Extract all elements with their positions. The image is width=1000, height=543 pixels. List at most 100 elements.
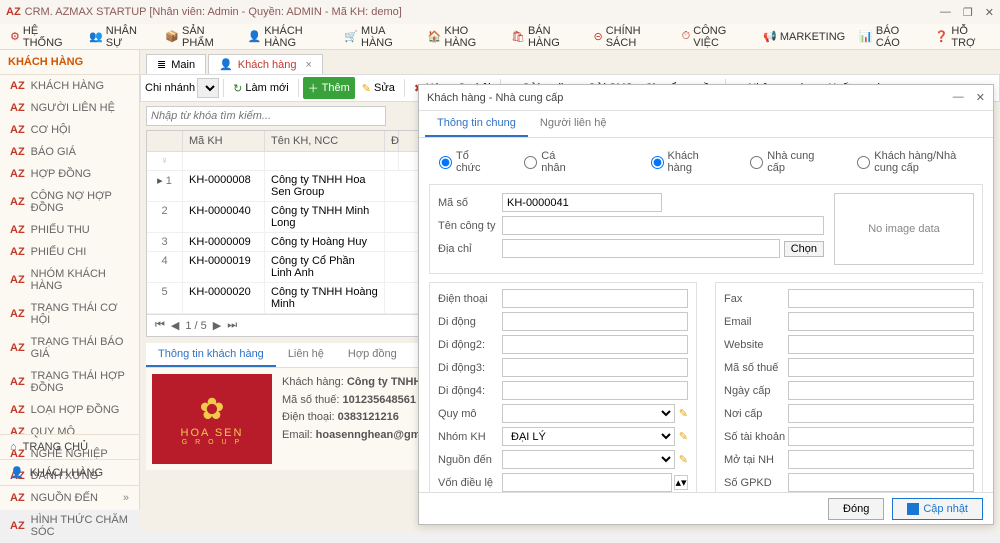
az-icon: AZ — [10, 124, 25, 136]
input-di-dong[interactable] — [502, 312, 688, 331]
mtab-nguoi-lien-he[interactable]: Người liên hệ — [528, 111, 619, 137]
home-icon: ⌂ — [10, 441, 17, 453]
sidebar-item[interactable]: AZLOẠI HỢP ĐỒNG — [0, 399, 139, 421]
edit-quy-mo-icon[interactable]: ✎ — [679, 407, 688, 420]
select-nhom-kh[interactable]: ĐẠI LÝ — [502, 427, 675, 446]
dtab-info[interactable]: Thông tin khách hàng — [146, 343, 276, 367]
menu-san-pham[interactable]: 📦SẢN PHẨM — [159, 22, 239, 52]
radio-ca-nhan[interactable]: Cá nhân — [524, 150, 570, 174]
radio-ncc[interactable]: Nhà cung cấp — [750, 150, 817, 174]
menu-kho-hang[interactable]: 🏠KHO HÀNG — [422, 22, 503, 52]
input-mst[interactable] — [788, 358, 974, 377]
sidebar-item[interactable]: AZTRẠNG THÁI BÁO GIÁ — [0, 331, 139, 365]
input-noi-cap[interactable] — [788, 404, 974, 423]
pager-first[interactable]: ⏮ — [155, 319, 165, 332]
sidebar-item[interactable]: AZHÌNH THỨC CHĂM SÓC — [0, 509, 139, 543]
modal-footer: Đóng Cập nhật — [419, 492, 993, 524]
input-di-dong-2[interactable] — [502, 335, 688, 354]
lbl-ten-cong-ty: Tên công ty — [438, 220, 502, 232]
sidebar-item[interactable]: AZNGƯỜI LIÊN HỆ — [0, 97, 139, 119]
tab-khach-hang[interactable]: 👤Khách hàng× — [208, 54, 323, 74]
radio-row: Tổ chức Cá nhân Khách hàng Nhà cung cấp … — [429, 146, 983, 184]
pager-next[interactable]: ▶ — [213, 319, 221, 332]
image-placeholder[interactable]: No image data — [834, 193, 974, 265]
menu-ho-tro[interactable]: ❓HỖ TRỢ — [929, 22, 996, 52]
input-email[interactable] — [788, 312, 974, 331]
dtab-hop-dong[interactable]: Hợp đồng — [336, 343, 409, 367]
close-icon[interactable]: ✕ — [985, 6, 994, 19]
input-gpkd[interactable] — [788, 473, 974, 492]
menu-ban-hang[interactable]: 🛍BÁN HÀNG — [505, 22, 585, 52]
sidebar-item[interactable]: AZPHIẾU THU — [0, 219, 139, 241]
refresh-button[interactable]: ↻Làm mới — [228, 79, 294, 98]
input-di-dong-3[interactable] — [502, 358, 688, 377]
col-ten-kh[interactable]: Tên KH, NCC — [265, 131, 385, 151]
radio-to-chuc[interactable]: Tổ chức — [439, 150, 484, 174]
input-di-dong-4[interactable] — [502, 381, 688, 400]
col-extra[interactable]: Đ — [385, 131, 399, 151]
input-ngay-cap[interactable] — [788, 381, 974, 400]
btn-cap-nhat[interactable]: Cập nhật — [892, 498, 983, 520]
btn-dong[interactable]: Đóng — [828, 498, 884, 520]
sidebar-expand[interactable]: » — [0, 485, 139, 510]
customer-modal: Khách hàng - Nhà cung cấp — ✕ Thông tin … — [418, 84, 994, 525]
az-icon: AZ — [10, 168, 25, 180]
btn-chon-dia-chi[interactable]: Chọn — [784, 241, 824, 257]
col-ma-kh[interactable]: Mã KH — [183, 131, 265, 151]
input-stk[interactable] — [788, 427, 974, 446]
pager-prev[interactable]: ◀ — [171, 319, 179, 332]
sidebar-item[interactable]: AZTRẠNG THÁI CƠ HỘI — [0, 297, 139, 331]
sidebar-item[interactable]: AZHỢP ĐỒNG — [0, 163, 139, 185]
pager-pos: 1 / 5 — [185, 320, 206, 332]
tab-close-icon[interactable]: × — [305, 59, 311, 71]
input-von-dieu-le[interactable] — [502, 473, 672, 492]
edit-nhom-kh-icon[interactable]: ✎ — [679, 430, 688, 443]
edit-nguon-den-icon[interactable]: ✎ — [679, 453, 688, 466]
menu-khach-hang[interactable]: 👤KHÁCH HÀNG — [242, 22, 337, 52]
menu-marketing[interactable]: 📢MARKETING — [757, 27, 851, 46]
tab-main[interactable]: ≣Main — [146, 54, 206, 74]
sidebar-item[interactable]: AZKHÁCH HÀNG — [0, 75, 139, 97]
sidebar-home[interactable]: ⌂TRANG CHỦ — [0, 434, 139, 459]
sidebar-khach-hang-footer[interactable]: 👤KHÁCH HÀNG — [0, 459, 139, 485]
branch-select[interactable] — [197, 78, 219, 98]
menu-chinh-sach[interactable]: ⊝CHÍNH SÁCH — [587, 22, 673, 52]
mtab-thong-tin[interactable]: Thông tin chung — [425, 111, 528, 137]
branch-label: Chi nhánh — [145, 82, 195, 94]
input-ma-so[interactable] — [502, 193, 662, 212]
input-website[interactable] — [788, 335, 974, 354]
select-quy-mo[interactable] — [502, 404, 675, 423]
modal-close-icon[interactable]: ✕ — [976, 91, 985, 104]
sidebar-item[interactable]: AZNHÓM KHÁCH HÀNG — [0, 263, 139, 297]
input-fax[interactable] — [788, 289, 974, 308]
search-input[interactable] — [146, 106, 386, 126]
maximize-icon[interactable]: ❐ — [963, 6, 973, 19]
sidebar-item[interactable]: AZCÔNG NỢ HỢP ĐỒNG — [0, 185, 139, 219]
spin-von[interactable]: ▴▾ — [674, 475, 688, 490]
menu-bao-cao[interactable]: 📊BÁO CÁO — [853, 22, 926, 52]
sidebar-item[interactable]: AZCƠ HỘI — [0, 119, 139, 141]
pager-last[interactable]: ⏭ — [227, 319, 237, 332]
sidebar-item[interactable]: AZPHIẾU CHI — [0, 241, 139, 263]
modal-titlebar: Khách hàng - Nhà cung cấp — ✕ — [419, 85, 993, 111]
customer-icon: 👤 — [10, 466, 24, 479]
input-ten-cong-ty[interactable] — [502, 216, 824, 235]
input-dia-chi[interactable] — [502, 239, 780, 258]
radio-both[interactable]: Khách hàng/Nhà cung cấp — [857, 150, 973, 174]
sidebar-item[interactable]: AZBÁO GIÁ — [0, 141, 139, 163]
menu-mua-hang[interactable]: 🛒MUA HÀNG — [338, 22, 419, 52]
radio-khach-hang[interactable]: Khách hàng — [651, 150, 711, 174]
input-dien-thoai[interactable] — [502, 289, 688, 308]
lbl-ma-so: Mã số — [438, 197, 502, 209]
sidebar-item[interactable]: AZTRẠNG THÁI HỢP ĐỒNG — [0, 365, 139, 399]
menu-cong-viec[interactable]: ⏱CÔNG VIỆC — [676, 22, 755, 52]
dtab-lien-he[interactable]: Liên hệ — [276, 343, 336, 367]
add-button[interactable]: ＋Thêm — [303, 77, 355, 99]
minimize-icon[interactable]: — — [940, 6, 951, 19]
input-mo-tai-nh[interactable] — [788, 450, 974, 469]
modal-minimize-icon[interactable]: — — [953, 91, 964, 104]
menu-he-thong[interactable]: ⚙HỆ THỐNG — [4, 22, 81, 52]
edit-button[interactable]: ✎Sửa — [357, 79, 400, 98]
select-nguon-den[interactable] — [502, 450, 675, 469]
menu-nhan-su[interactable]: 👥NHÂN SỰ — [83, 22, 157, 52]
